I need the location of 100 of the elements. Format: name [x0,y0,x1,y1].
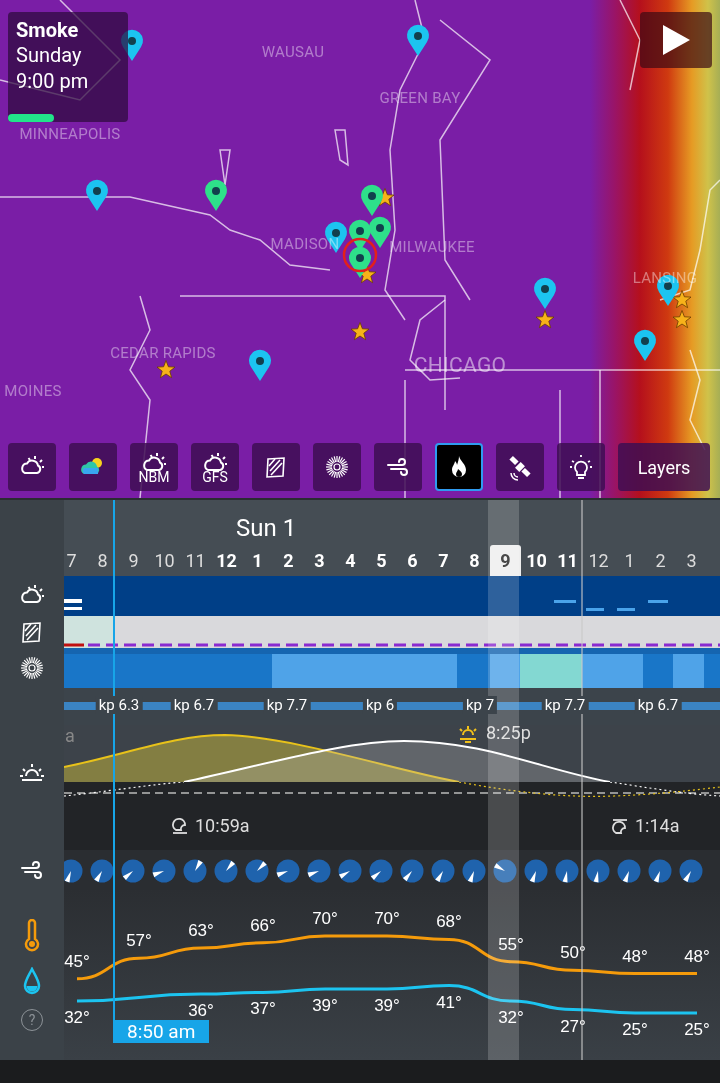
layer-button[interactable] [8,443,56,491]
hour-label[interactable]: 5 [366,545,397,576]
layer-button[interactable] [69,443,117,491]
temperature-label: 45° [64,951,90,971]
kp-label: kp 6.7 [634,696,682,714]
city-label: WAUSAU [261,43,325,61]
wind-direction-icon [183,859,207,883]
hour-label[interactable]: 1 [242,545,273,576]
map-pin-icon[interactable] [634,329,656,361]
kp-label: kp 6.7 [170,696,218,714]
dew-point-label: 37° [250,999,276,1019]
sunset-time: 8:25p [456,722,531,743]
star-icon[interactable] [156,360,176,379]
map-pin-icon[interactable] [86,179,108,211]
dew-point-label: 39° [374,996,400,1015]
map-pin-icon[interactable] [349,246,371,278]
moonset-time: 1:14a [611,815,680,836]
light-bulb-icon [567,453,595,481]
dew-point-label: 32° [64,1008,90,1027]
temperature-label: 55° [498,934,524,954]
hour-label[interactable]: 8 [459,545,490,576]
wind-direction-icon [431,859,455,883]
wind-direction-icon [245,859,269,883]
star-icon[interactable] [672,290,692,309]
hour-label[interactable]: 2 [645,545,676,576]
hour-label[interactable]: 6 [397,545,428,576]
hour-label[interactable]: 11 [180,545,211,576]
sunrise-time: a [65,725,75,746]
hour-label[interactable]: 2 [273,545,304,576]
forecast-time: 9:00 pm [16,68,90,94]
dew-point-label: 41° [436,992,462,1012]
temperature-label: 70° [312,909,338,928]
layer-button[interactable]: Layers [618,443,710,491]
play-button[interactable] [640,12,712,68]
hour-label[interactable]: 3 [304,545,335,576]
temperature-label: 66° [250,915,276,935]
layer-button[interactable] [435,443,483,491]
city-label: MINNEAPOLIS [19,125,121,143]
wind-direction-icon [338,859,362,883]
wind-direction-icon [400,859,424,883]
layer-button[interactable] [374,443,422,491]
dew-point-label: 25° [684,1019,710,1039]
hour-label[interactable]: 9 [490,545,521,576]
hour-label[interactable]: 10 [521,545,552,576]
map-pin-icon[interactable] [205,179,227,211]
wind-direction-icon [64,859,83,883]
temperature-label: 68° [436,912,462,932]
hour-label[interactable]: 12 [583,545,614,576]
temperature-label: 48° [622,946,648,966]
wind-direction-icon [555,859,579,883]
star-icon[interactable] [535,310,555,329]
moonrise-time: 10:59a [171,815,250,836]
layer-button[interactable] [496,443,544,491]
hour-label[interactable]: 7 [64,545,87,576]
hour-label[interactable]: 4 [335,545,366,576]
map-pin-icon[interactable] [361,184,383,216]
hour-label[interactable]: 11 [552,545,583,576]
layer-button[interactable]: NBM [130,443,178,491]
hour-label[interactable]: 8 [87,545,118,576]
kp-label: kp 7.7 [263,696,311,714]
moonrise-icon [171,816,189,835]
kp-label: kp 7 [462,696,498,714]
kp-label: kp 7.7 [541,696,589,714]
cloud-sun-icon [140,450,168,472]
wind-direction-icon [493,859,517,883]
hour-label[interactable]: 1 [614,545,645,576]
kp-label: kp 6.3 [95,696,143,714]
map-pin-icon[interactable] [534,277,556,309]
wind-direction-icon [462,859,486,883]
star-icon[interactable] [350,322,370,341]
star-icon[interactable] [672,310,692,329]
layer-button[interactable] [313,443,361,491]
map-pin-icon[interactable] [369,216,391,248]
target-circle-icon [342,237,378,273]
layer-button[interactable]: GFS [191,443,239,491]
date-label: Sun 1 [236,513,297,544]
hour-label[interactable]: 9 [118,545,149,576]
dew-point-label: 32° [498,1008,524,1027]
map-pin-icon[interactable] [407,24,429,56]
satellite-icon [506,453,534,481]
wind-direction-icon [617,859,641,883]
hour-label[interactable]: 7 [428,545,459,576]
thermometer-icon [22,919,42,953]
moonset-icon [611,816,629,835]
dew-point-label: 39° [312,996,338,1015]
city-label: MOINES [4,382,62,400]
layer-button[interactable] [557,443,605,491]
wind-direction-icon [586,859,610,883]
hour-label[interactable]: 12 [211,545,242,576]
wind-direction-icon [152,859,176,883]
wind-direction-icon [276,859,300,883]
hour-label[interactable]: 10 [149,545,180,576]
play-icon [661,24,691,56]
radial-dots-icon [18,654,46,682]
time-cursor-line[interactable] [113,500,115,1020]
map-pin-icon[interactable] [249,349,271,381]
layer-button[interactable] [252,443,300,491]
temperature-label: 70° [374,909,400,928]
temperature-label: 48° [684,946,710,966]
hour-label[interactable]: 3 [676,545,707,576]
